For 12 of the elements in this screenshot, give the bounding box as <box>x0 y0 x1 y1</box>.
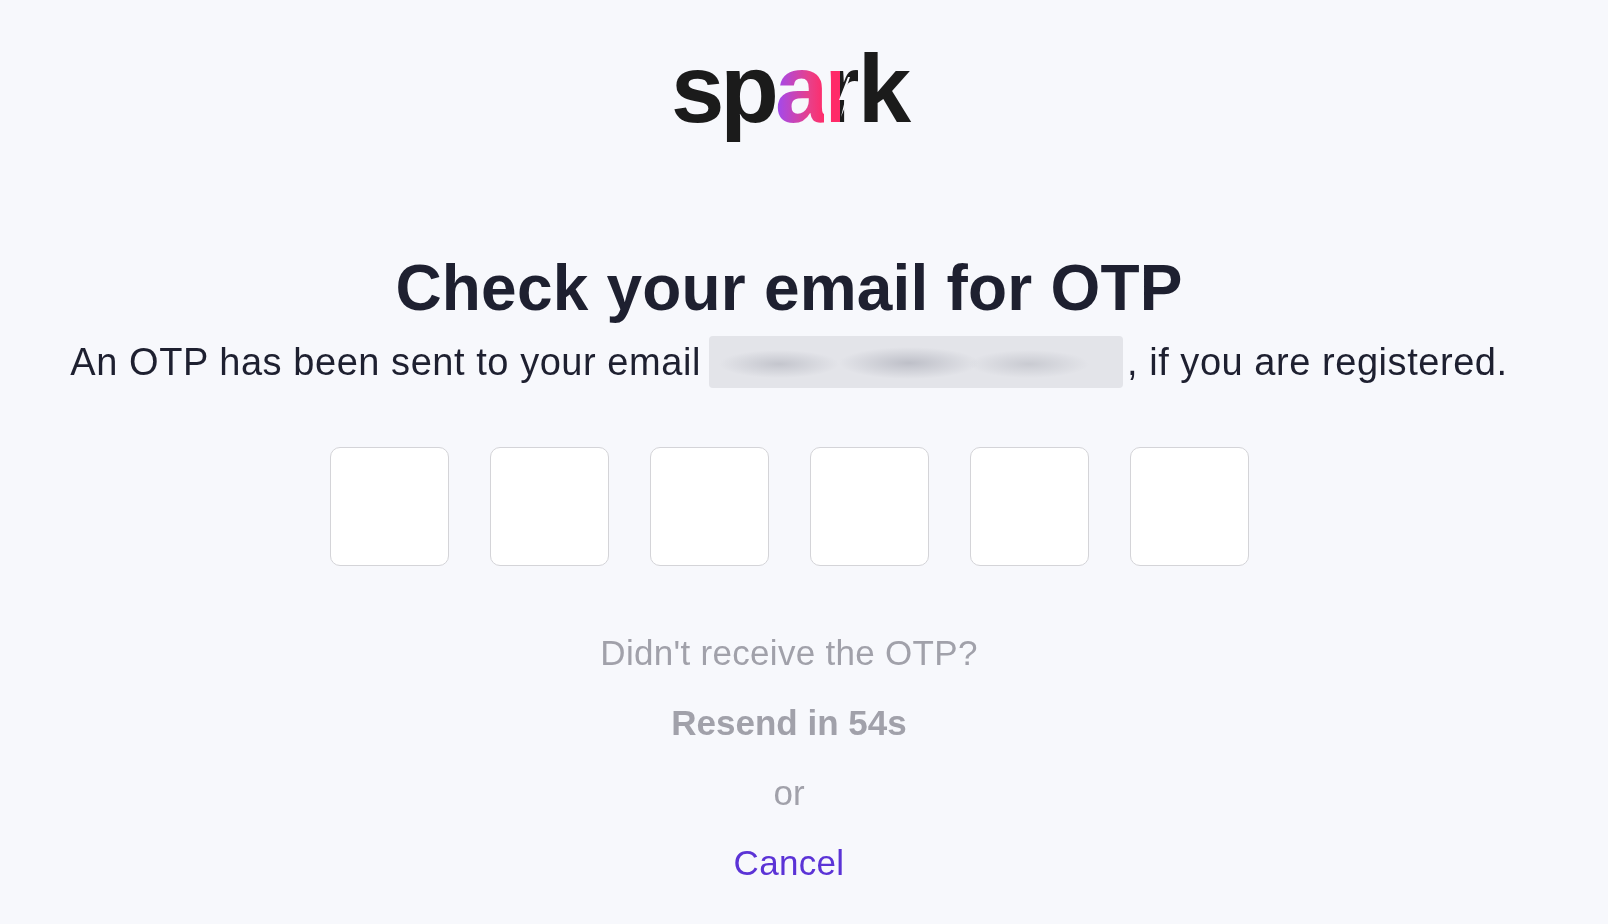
or-separator-text: or <box>773 772 805 814</box>
otp-input-field[interactable] <box>969 447 1089 566</box>
page-heading: Check your email for OTP <box>395 251 1183 326</box>
message-text: , if you are registered. <box>1126 340 1508 385</box>
otp-input-field[interactable] <box>489 447 609 566</box>
otp-input-field[interactable] <box>809 447 929 566</box>
otp-input-field[interactable] <box>649 447 769 566</box>
otp-input-field[interactable] <box>1129 447 1249 566</box>
otp-input-field[interactable] <box>329 447 449 566</box>
cancel-link[interactable]: Cancel <box>733 841 845 885</box>
message-text: An OTP has been sent to your email <box>70 340 701 385</box>
resend-prompt: Didn't receive the OTP? <box>600 632 978 674</box>
